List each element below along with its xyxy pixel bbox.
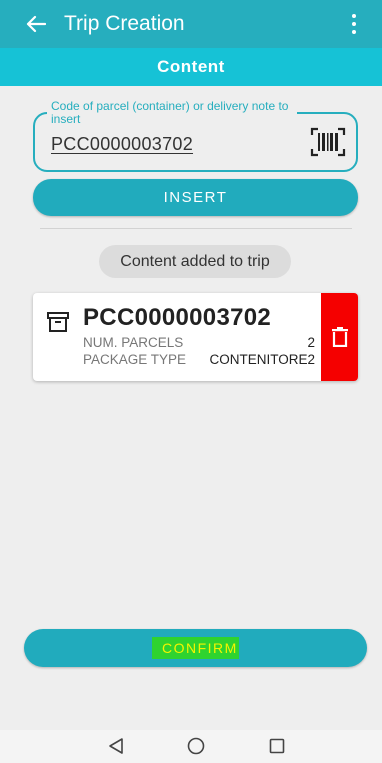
more-vertical-icon (352, 14, 356, 18)
status-chip-text: Content added to trip (120, 252, 270, 270)
num-parcels-row: NUM. PARCELS 2 (83, 335, 315, 350)
code-input-label: Code of parcel (container) or delivery n… (47, 100, 297, 126)
section-title: Content (157, 57, 225, 76)
divider (40, 228, 352, 229)
back-button[interactable] (16, 0, 56, 48)
more-options-button[interactable] (342, 0, 366, 48)
circle-home-icon (187, 737, 205, 755)
triangle-back-icon (109, 738, 123, 754)
app-bar: Trip Creation (0, 0, 382, 48)
insert-button-label: INSERT (163, 189, 228, 206)
section-header: Content (0, 48, 382, 86)
confirm-button-label: CONFIRM (152, 637, 239, 659)
insert-button[interactable]: INSERT (33, 179, 358, 216)
system-back-button[interactable] (101, 731, 131, 761)
archive-box-icon (47, 312, 69, 332)
confirm-button[interactable]: CONFIRM (24, 629, 367, 667)
status-chip: Content added to trip (99, 245, 291, 278)
barcode-scan-icon (310, 127, 346, 157)
arrow-left-icon (26, 15, 46, 33)
package-type-label: PACKAGE TYPE (83, 352, 187, 367)
num-parcels-value: 2 (307, 335, 315, 350)
delete-item-button[interactable] (321, 293, 358, 381)
trash-icon (331, 327, 348, 347)
barcode-scan-button[interactable] (310, 126, 346, 158)
page-title: Trip Creation (64, 12, 185, 35)
code-input-value[interactable]: PCC0000003702 (51, 134, 193, 155)
package-type-value: CONTENITORE2 (209, 352, 315, 367)
num-parcels-label: NUM. PARCELS (83, 335, 184, 350)
package-type-row: PACKAGE TYPE CONTENITORE2 (83, 352, 315, 367)
system-recents-button[interactable] (262, 731, 292, 761)
content-item-card: PCC0000003702 NUM. PARCELS 2 PACKAGE TYP… (33, 293, 358, 381)
content-item-code: PCC0000003702 (83, 304, 272, 331)
system-nav-bar (0, 730, 382, 763)
code-input-field[interactable]: Code of parcel (container) or delivery n… (33, 100, 358, 172)
square-recents-icon (269, 738, 285, 754)
system-home-button[interactable] (181, 731, 211, 761)
